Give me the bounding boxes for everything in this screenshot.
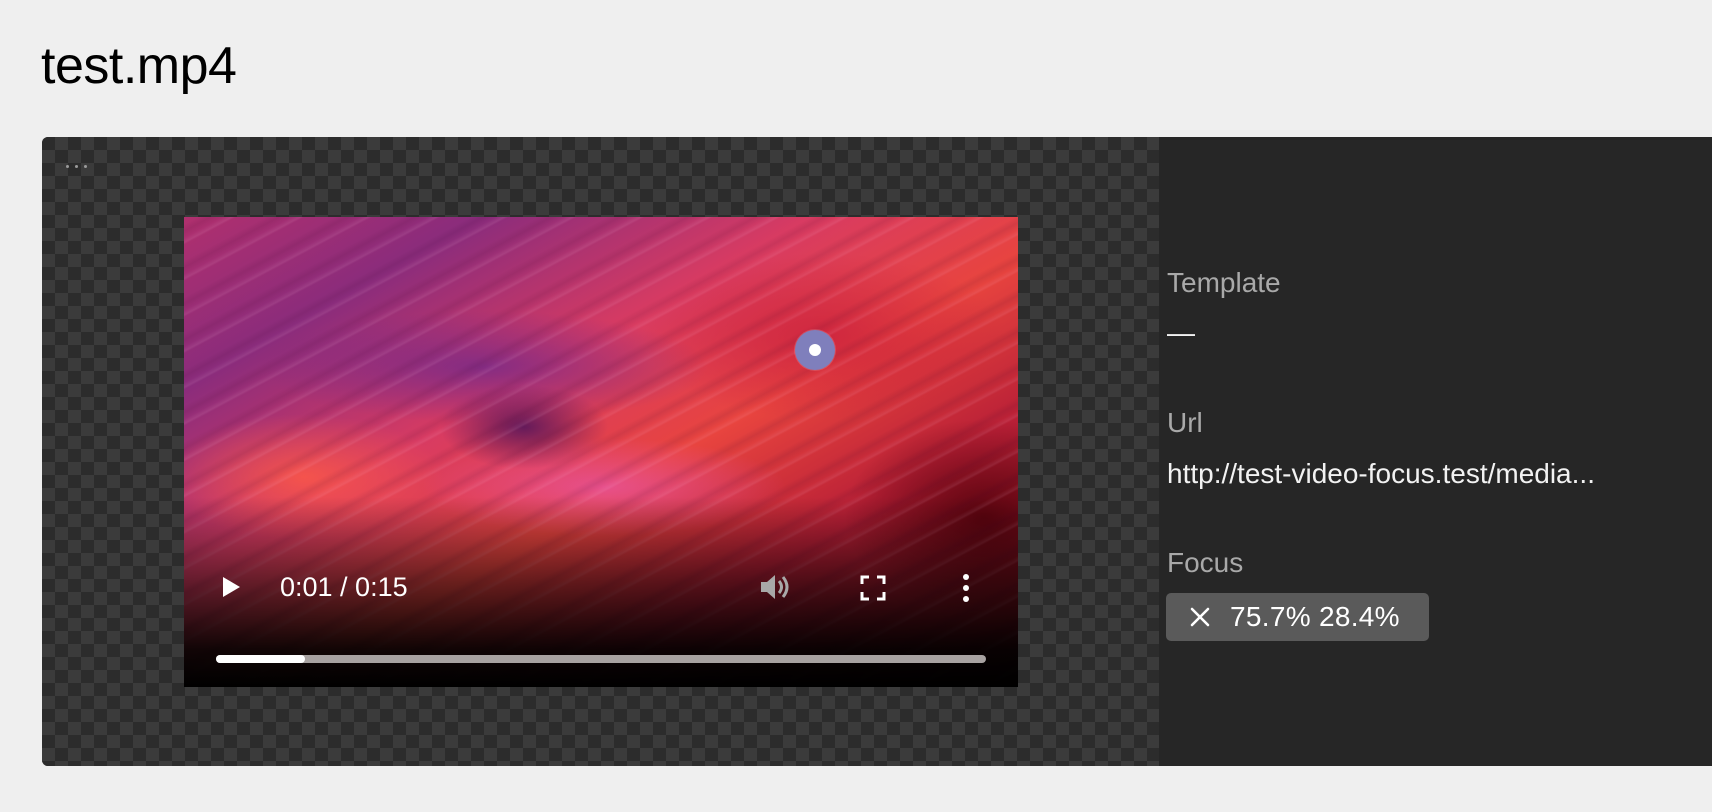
focus-chip: 75.7% 28.4%: [1166, 593, 1429, 641]
fullscreen-icon[interactable]: [860, 575, 886, 601]
play-icon[interactable]: [220, 576, 242, 598]
page: test.mp4 0:01 / 0:15 Template — Url http…: [0, 0, 1712, 812]
asset-card: 0:01 / 0:15: [42, 137, 1712, 766]
ellipsis-icon[interactable]: [66, 165, 87, 168]
video-player[interactable]: 0:01 / 0:15: [184, 217, 1018, 687]
progress-fill: [216, 655, 306, 663]
progress-bar[interactable]: [216, 655, 986, 663]
url-label: Url: [1167, 407, 1203, 438]
focus-value: 75.7% 28.4%: [1230, 601, 1400, 632]
focus-label: Focus: [1167, 547, 1244, 578]
page-title: test.mp4: [41, 37, 237, 95]
video-controls: 0:01 / 0:15: [184, 567, 1018, 607]
template-label: Template: [1167, 267, 1281, 298]
close-icon[interactable]: [1188, 605, 1212, 629]
more-vertical-icon[interactable]: [960, 573, 972, 603]
preview-area: 0:01 / 0:15: [42, 137, 1159, 766]
time-display: 0:01 / 0:15: [280, 572, 408, 602]
volume-icon[interactable]: [759, 572, 793, 602]
url-value: http://test-video-focus.test/media...: [1167, 458, 1595, 489]
template-value: —: [1167, 317, 1195, 348]
